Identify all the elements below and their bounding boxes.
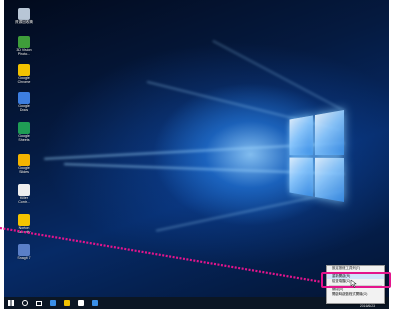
taskbar-button-file-explorer[interactable] <box>60 297 74 309</box>
killer-icon <box>18 184 30 196</box>
taskbar-button-app[interactable] <box>88 297 102 309</box>
taskbar-button-edge[interactable] <box>46 297 60 309</box>
windows-logo <box>289 110 344 202</box>
clock[interactable]: 2016/6/23 <box>360 304 375 308</box>
desktop-icon-google-sheets[interactable]: Google Sheets <box>10 122 38 143</box>
logo-pane <box>289 115 313 155</box>
sheets-icon <box>18 122 30 134</box>
store-icon <box>78 300 84 306</box>
slides-icon <box>18 154 30 166</box>
taskbar-button-store[interactable] <box>74 297 88 309</box>
norton-icon <box>18 214 30 226</box>
desktop-icon-label: Google Docs <box>18 104 30 113</box>
snagit-icon <box>18 244 30 256</box>
app-icon <box>92 300 98 306</box>
taskbar-button-task-view[interactable] <box>32 297 46 309</box>
desktop-icon-label: 3D Vision Photo... <box>16 48 32 57</box>
desktop-icon-snagit[interactable]: Snagit 7 <box>10 244 38 260</box>
logo-pane <box>314 157 344 202</box>
menu-item-startup[interactable]: 開啟時啟動程式開機(O) <box>327 292 384 297</box>
highlight-frame <box>321 272 391 288</box>
taskbar-button-windows-start[interactable] <box>4 297 18 309</box>
3d-vision-icon <box>18 36 30 48</box>
desktop-icon-recycle-bin[interactable]: 資源回收筒 <box>10 8 38 24</box>
windows-start-icon <box>8 300 14 306</box>
logo-pane <box>314 110 344 155</box>
search-icon <box>22 300 28 306</box>
edge-icon <box>50 300 56 306</box>
recycle-bin-icon <box>18 8 30 20</box>
desktop-icon-label: Norton Security <box>17 226 31 235</box>
taskbar-icons <box>4 297 102 309</box>
taskbar-button-search[interactable] <box>18 297 32 309</box>
desktop-icon-killer-control[interactable]: Killer Contr... <box>10 184 38 205</box>
desktop-icon-google-chrome[interactable]: Google Chrome <box>10 64 38 85</box>
task-view-icon <box>36 300 42 306</box>
desktop-icon-google-slides[interactable]: Google Slides <box>10 154 38 175</box>
docs-icon <box>18 92 30 104</box>
desktop-icon-norton-security[interactable]: Norton Security <box>10 214 38 235</box>
desktop-icon-label: Google Slides <box>18 166 30 175</box>
desktop-icon-label: 資源回收筒 <box>15 20 33 24</box>
clock-date: 2016/6/23 <box>359 304 375 308</box>
file-explorer-icon <box>64 300 70 306</box>
desktop-icon-label: Google Sheets <box>18 134 30 143</box>
desktop: 資源回收筒 3D Vision Photo... Google Chrome Goog… <box>4 0 389 309</box>
chrome-icon <box>18 64 30 76</box>
desktop-icon-label: Snagit 7 <box>17 256 31 260</box>
desktop-icon-google-docs[interactable]: Google Docs <box>10 92 38 113</box>
logo-pane <box>289 157 313 197</box>
desktop-icon-3d-vision[interactable]: 3D Vision Photo... <box>10 36 38 57</box>
desktop-icon-label: Google Chrome <box>17 76 31 85</box>
menu-item-toolbar[interactable]: 設定按鈕工具列(T) <box>327 266 384 271</box>
desktop-icon-label: Killer Contr... <box>18 196 30 205</box>
